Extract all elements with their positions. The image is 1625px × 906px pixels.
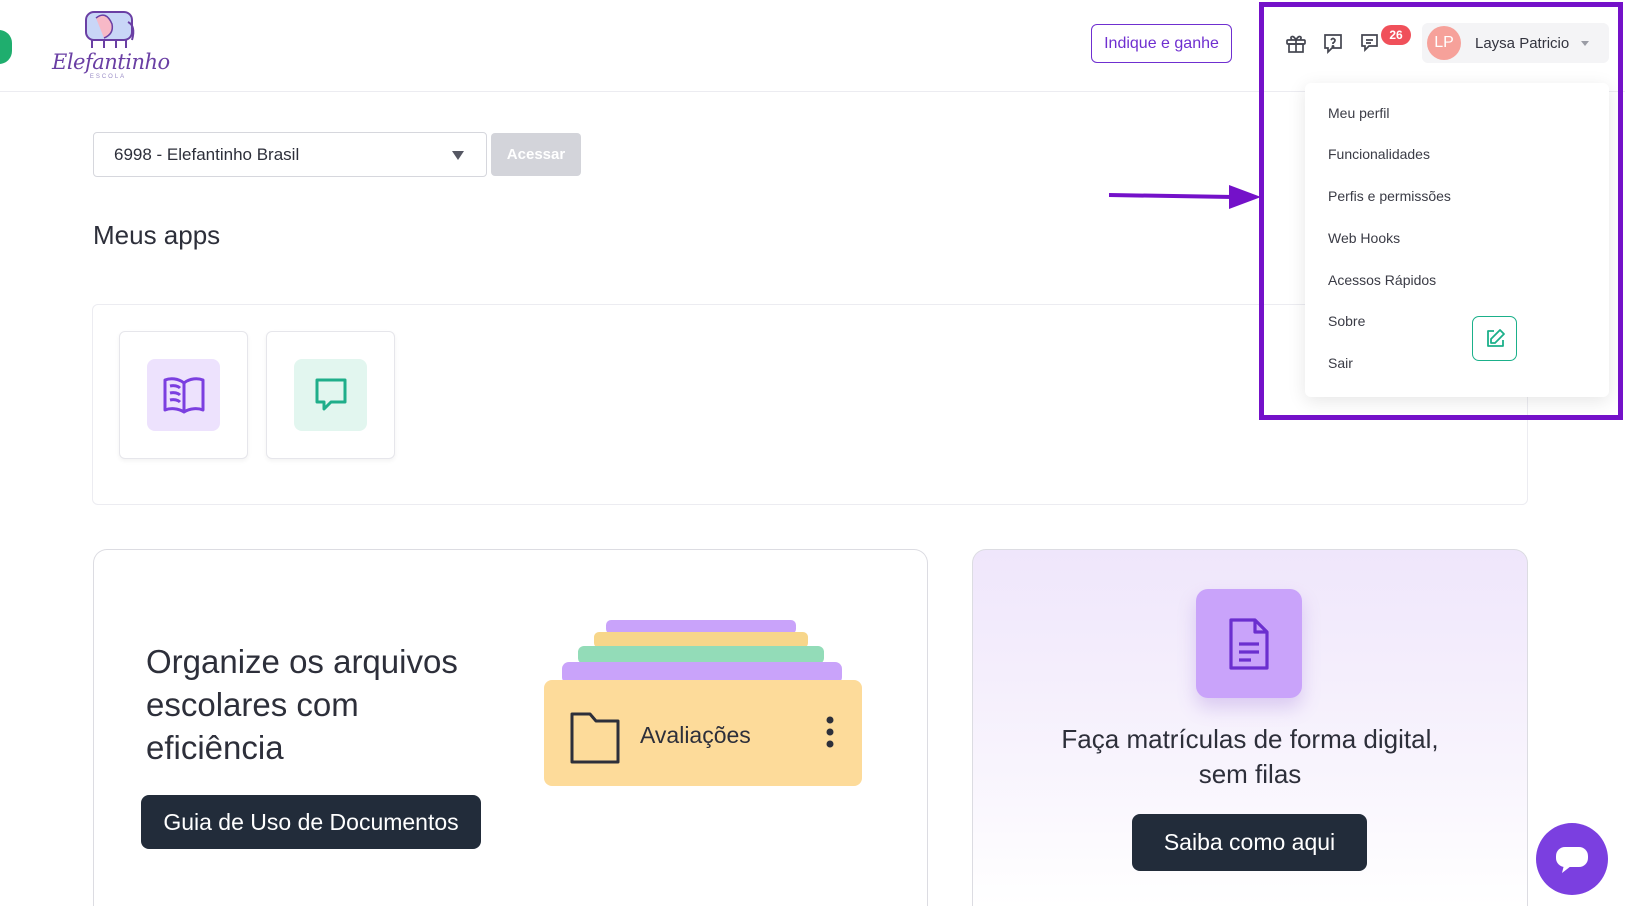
folder-label: Avaliações (640, 722, 751, 748)
promo-enrollment-text: Faça matrículas de forma digital, sem fi… (1061, 724, 1439, 789)
dropdown-arrow-icon (452, 151, 464, 160)
saiba-como-button[interactable]: Saiba como aqui (1132, 814, 1367, 871)
menu-item-funcionalidades[interactable]: Funcionalidades (1328, 146, 1430, 162)
user-dropdown-menu: Meu perfil Funcionalidades Perfis e perm… (1305, 83, 1609, 397)
apps-section-title: Meus apps (93, 220, 221, 250)
menu-item-web-hooks[interactable]: Web Hooks (1328, 230, 1400, 246)
brand-name: Elefantinho (52, 50, 170, 74)
school-select-value: 6998 - Elefantinho Brasil (114, 144, 300, 164)
user-menu-button[interactable]: LP Laysa Patricio (1422, 23, 1609, 63)
arrow-annotation-icon (1109, 185, 1261, 209)
app-card-library[interactable] (119, 331, 248, 459)
chat-bubble-icon (294, 359, 367, 431)
promo-documents-heading: Organize os arquivos escolares com efici… (146, 643, 458, 766)
menu-item-meu-perfil[interactable]: Meu perfil (1328, 105, 1389, 121)
book-icon (147, 359, 220, 431)
menu-item-sair[interactable]: Sair (1328, 355, 1353, 371)
gift-icon[interactable] (1283, 30, 1309, 56)
sidebar-toggle[interactable] (0, 30, 12, 64)
document-icon (1196, 589, 1302, 698)
help-icon[interactable] (1320, 30, 1346, 56)
folder-stack-illustration (544, 620, 862, 786)
support-chat-button[interactable] (1536, 823, 1608, 895)
guia-documentos-button[interactable]: Guia de Uso de Documentos (141, 795, 481, 849)
notification-badge: 26 (1381, 25, 1411, 45)
brand-subtitle: ESCOLA (89, 74, 127, 80)
school-select[interactable]: 6998 - Elefantinho Brasil (93, 132, 487, 177)
avatar: LP (1427, 26, 1461, 60)
brand-logo[interactable]: Elefantinho ESCOLA (52, 6, 170, 82)
chevron-down-icon (1581, 40, 1590, 46)
top-header: Elefantinho ESCOLA Indique e ganhe 26 LP… (0, 0, 1625, 92)
chat-icon (1556, 847, 1588, 873)
elephant-icon (85, 11, 135, 48)
menu-item-sobre[interactable]: Sobre (1328, 313, 1365, 329)
menu-item-perfis-permissoes[interactable]: Perfis e permissões (1328, 188, 1451, 204)
app-card-chat[interactable] (266, 331, 395, 459)
acessar-button[interactable]: Acessar (491, 133, 581, 176)
indique-button[interactable]: Indique e ganhe (1091, 24, 1232, 63)
user-name: Laysa Patricio (1475, 34, 1570, 52)
menu-item-acessos-rapidos[interactable]: Acessos Rápidos (1328, 272, 1436, 288)
edit-icon (1486, 328, 1505, 347)
edit-button[interactable] (1472, 316, 1517, 361)
